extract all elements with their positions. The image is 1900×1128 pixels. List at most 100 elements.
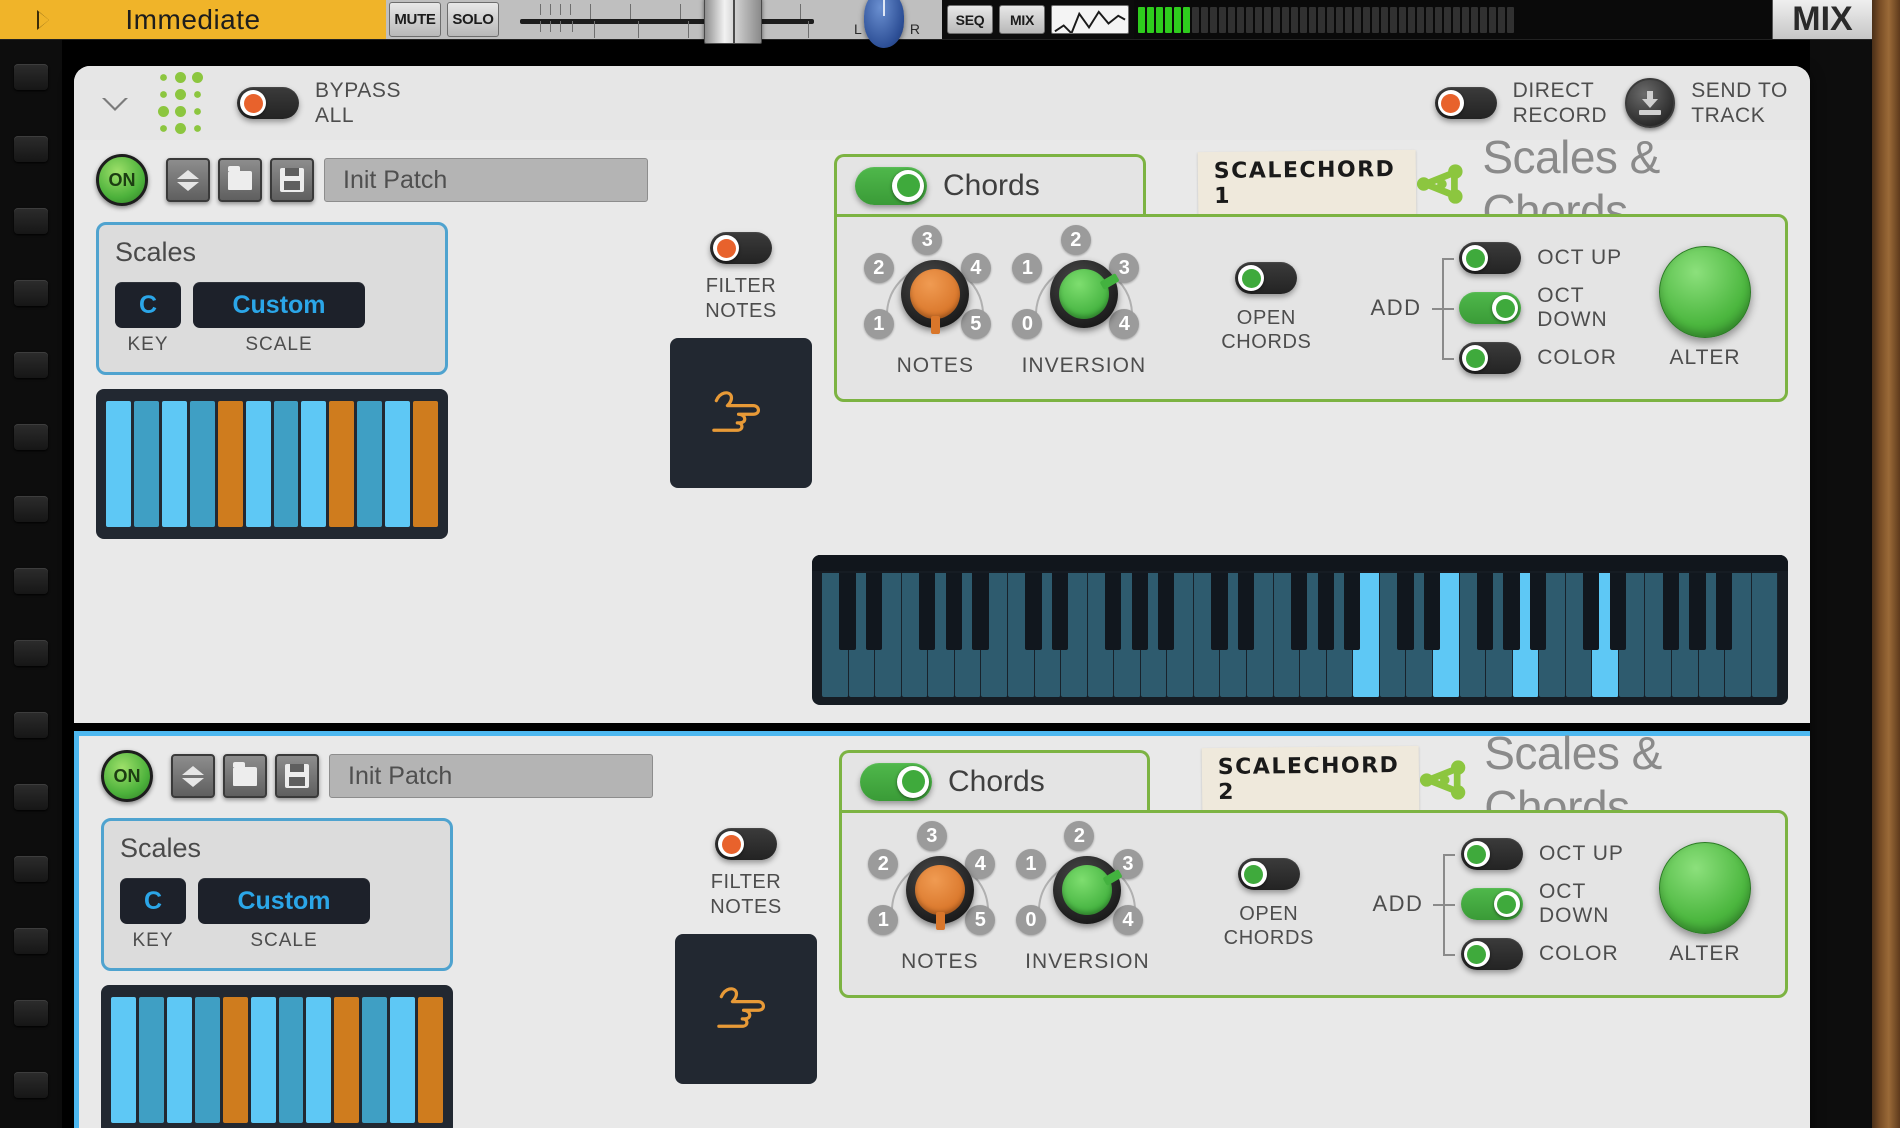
scale-key[interactable]: [111, 997, 136, 1123]
scale-key[interactable]: [161, 401, 187, 527]
scale-key[interactable]: [217, 401, 243, 527]
pan-control[interactable]: L R: [832, 0, 942, 48]
key-selector[interactable]: C: [115, 282, 181, 328]
white-key[interactable]: [1645, 573, 1680, 697]
scale-key[interactable]: [278, 997, 304, 1123]
black-key[interactable]: [972, 573, 989, 650]
patch-name-field[interactable]: Init Patch: [329, 754, 653, 798]
add-color-toggle[interactable]: [1459, 342, 1522, 374]
black-key[interactable]: [1583, 573, 1600, 650]
white-key[interactable]: [1751, 573, 1779, 697]
mute-button[interactable]: MUTE: [389, 2, 441, 37]
scale-keyboard[interactable]: [96, 389, 448, 539]
patch-load-button[interactable]: [223, 754, 267, 798]
chords-enable-toggle[interactable]: [860, 762, 932, 801]
black-key[interactable]: [1158, 573, 1175, 650]
scale-selector[interactable]: Custom: [193, 282, 365, 328]
knob-dial-notes[interactable]: [905, 856, 974, 930]
knob-dial-inversion[interactable]: [1053, 856, 1124, 924]
scale-key[interactable]: [245, 401, 271, 527]
chord-keyboard[interactable]: [812, 555, 1788, 705]
patch-updown-button[interactable]: [171, 754, 215, 798]
black-key[interactable]: [1476, 573, 1494, 650]
knob-dial-notes[interactable]: [901, 260, 970, 334]
scale-key[interactable]: [273, 401, 299, 527]
black-key[interactable]: [1131, 573, 1148, 650]
white-key[interactable]: [1273, 573, 1308, 697]
black-key[interactable]: [1105, 573, 1122, 650]
filter-notes-box[interactable]: [670, 338, 812, 488]
patch-name-field[interactable]: Init Patch: [324, 158, 648, 202]
scale-selector[interactable]: Custom: [198, 878, 370, 924]
patch-save-button[interactable]: [275, 754, 319, 798]
black-key[interactable]: [1317, 573, 1334, 650]
scale-key[interactable]: [133, 401, 159, 527]
add-oct-down-toggle[interactable]: [1460, 888, 1523, 920]
black-key[interactable]: [865, 573, 883, 650]
send-to-track-button[interactable]: [1625, 78, 1676, 128]
black-key[interactable]: [1211, 573, 1228, 650]
automation-curve-button[interactable]: [1051, 5, 1129, 34]
black-key[interactable]: [839, 573, 856, 650]
patch-load-button[interactable]: [218, 158, 262, 202]
fader-handle[interactable]: [704, 0, 762, 44]
black-key[interactable]: [1344, 573, 1361, 650]
chevron-down-icon[interactable]: [100, 96, 130, 111]
volume-fader[interactable]: [502, 0, 832, 44]
scale-key[interactable]: [357, 401, 383, 527]
play-icon[interactable]: [36, 9, 50, 31]
add-oct-up-toggle[interactable]: [1460, 838, 1523, 870]
open-chords-toggle[interactable]: [1237, 858, 1300, 890]
black-key[interactable]: [919, 573, 936, 650]
open-chords-toggle[interactable]: [1235, 262, 1298, 294]
direct-record-toggle[interactable]: [1434, 87, 1497, 119]
black-key[interactable]: [1051, 573, 1069, 650]
patch-updown-button[interactable]: [166, 158, 210, 202]
black-key[interactable]: [1237, 573, 1255, 650]
chords-enable-toggle[interactable]: [855, 166, 927, 205]
scale-key[interactable]: [301, 401, 327, 527]
patch-save-button[interactable]: [270, 158, 314, 202]
alter-knob[interactable]: [1659, 246, 1752, 338]
add-color-toggle[interactable]: [1460, 938, 1523, 970]
black-key[interactable]: [1290, 573, 1308, 650]
mix-button[interactable]: MIX: [999, 5, 1045, 34]
scale-key[interactable]: [222, 997, 248, 1123]
mix-panel-button[interactable]: MIX: [1772, 0, 1872, 39]
black-key[interactable]: [1423, 573, 1441, 650]
scale-key[interactable]: [334, 997, 360, 1123]
filter-notes-toggle[interactable]: [710, 232, 772, 264]
black-key[interactable]: [945, 573, 962, 650]
scale-key[interactable]: [306, 997, 332, 1123]
black-key[interactable]: [1530, 573, 1547, 650]
scale-key[interactable]: [329, 401, 355, 527]
white-key[interactable]: [822, 573, 856, 697]
black-key[interactable]: [1609, 573, 1627, 650]
white-key[interactable]: [1459, 573, 1494, 697]
black-key[interactable]: [1715, 573, 1733, 650]
white-key[interactable]: [1565, 573, 1600, 697]
knob-dial-inversion[interactable]: [1049, 260, 1120, 328]
add-oct-up-toggle[interactable]: [1459, 242, 1522, 274]
filter-notes-box[interactable]: [675, 934, 817, 1084]
solo-button[interactable]: SOLO: [447, 2, 499, 37]
black-key[interactable]: [1025, 573, 1042, 650]
filter-notes-toggle[interactable]: [715, 828, 777, 860]
seq-button[interactable]: SEQ: [947, 5, 993, 34]
black-key[interactable]: [1662, 573, 1680, 650]
scale-key[interactable]: [189, 401, 215, 527]
white-key[interactable]: [1379, 573, 1414, 697]
dot-grid-icon[interactable]: [158, 72, 203, 134]
scale-key[interactable]: [385, 401, 411, 527]
black-key[interactable]: [1689, 573, 1706, 650]
scale-key[interactable]: [106, 401, 131, 527]
bypass-all-toggle[interactable]: [237, 87, 299, 119]
scale-key[interactable]: [418, 997, 444, 1123]
alter-knob[interactable]: [1659, 842, 1751, 934]
scale-key[interactable]: [362, 997, 388, 1123]
scale-key[interactable]: [413, 401, 439, 527]
scale-key[interactable]: [390, 997, 416, 1123]
power-button[interactable]: ON: [96, 154, 148, 206]
power-button[interactable]: ON: [101, 750, 153, 802]
scale-key[interactable]: [250, 997, 276, 1123]
